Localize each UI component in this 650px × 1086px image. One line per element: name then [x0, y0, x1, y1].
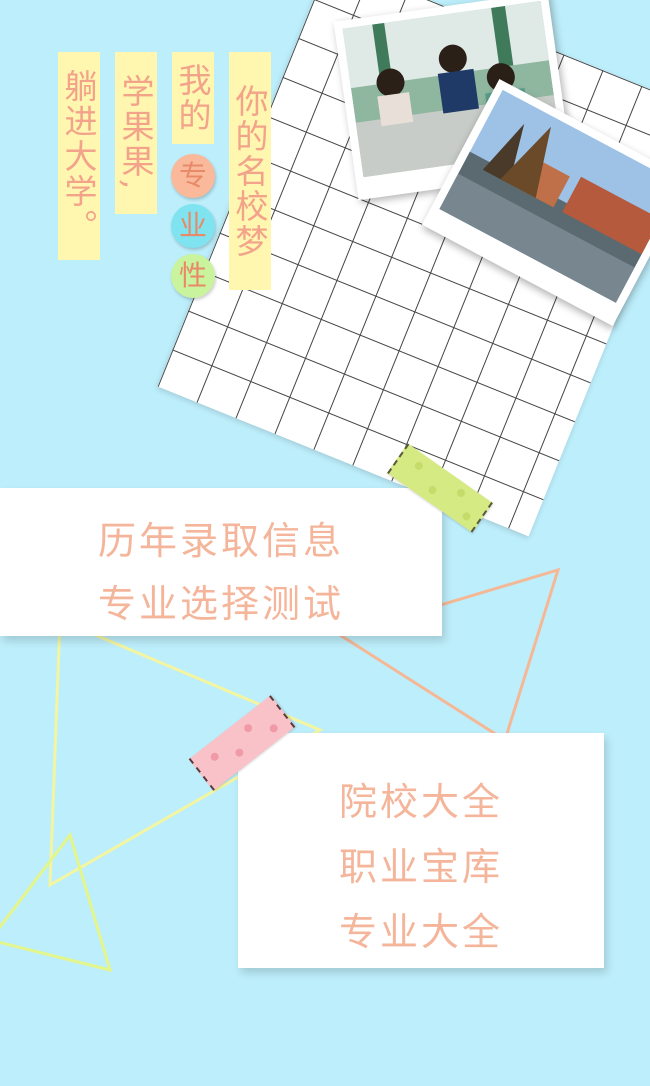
headline-column-3: 学果果,	[115, 52, 157, 214]
headline-column-1: 你的名校梦	[229, 52, 271, 290]
badge-xing: 性	[171, 254, 215, 298]
info-card-bottom[interactable]: 院校大全 职业宝库 专业大全	[238, 733, 604, 968]
headline-column-2: 我的	[172, 52, 214, 144]
badge-ye: 业	[171, 204, 215, 248]
card-bottom-line-1: 院校大全	[338, 780, 503, 824]
card-bottom-line-3: 专业大全	[338, 910, 503, 954]
card-top-line-2: 专业选择测试	[97, 582, 344, 626]
info-card-top[interactable]: 历年录取信息 专业选择测试	[0, 488, 442, 636]
headline-column-4: 躺进大学。	[58, 52, 100, 260]
badge-zhuan: 专	[171, 154, 215, 198]
card-bottom-line-2: 职业宝库	[338, 845, 503, 889]
card-top-line-1: 历年录取信息	[97, 519, 344, 563]
